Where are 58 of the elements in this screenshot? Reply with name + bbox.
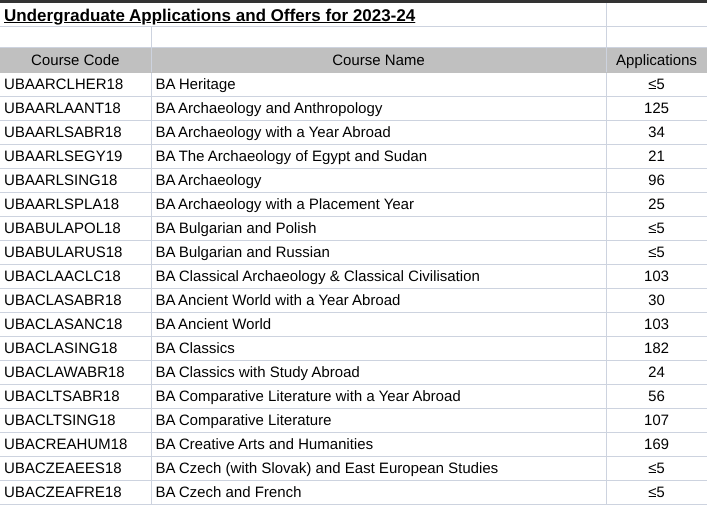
table-cell: 30 <box>648 292 665 309</box>
table-cell: UBACLASABR18 <box>4 292 122 309</box>
table-cell: 103 <box>644 316 670 333</box>
table-cell: BA Bulgarian and Russian <box>156 244 330 261</box>
table-cell: UBABULAPOL18 <box>4 220 121 237</box>
table-cell: UBACLAWABR18 <box>4 364 125 381</box>
table-cell: UBAARLSABR18 <box>4 124 122 141</box>
table-cell: 125 <box>644 100 670 117</box>
table-cell: 96 <box>648 172 665 189</box>
table-cell: 103 <box>644 268 670 285</box>
table-cell: 56 <box>648 388 665 405</box>
table-cell: 24 <box>648 364 665 381</box>
table-cell: BA Archaeology with a Placement Year <box>156 196 414 213</box>
column-header: Applications <box>616 52 697 68</box>
table-cell: BA Heritage <box>156 76 236 93</box>
table-cell: BA Czech (with Slovak) and East European Studies <box>156 460 498 477</box>
table-cell: 21 <box>648 148 665 165</box>
table-cell: ≤5 <box>648 484 665 501</box>
table-cell: BA Ancient World with a Year Abroad <box>156 292 400 309</box>
table-cell: BA Classical Archaeology & Classical Civilisation <box>156 268 480 285</box>
table-cell: UBABULARUS18 <box>4 244 122 261</box>
table-cell: ≤5 <box>648 220 665 237</box>
table-cell: BA Czech and French <box>156 484 302 501</box>
table-cell: UBACREAHUM18 <box>4 436 128 453</box>
table-cell: 25 <box>648 196 665 213</box>
table-cell: UBACLASANC18 <box>4 316 122 333</box>
column-header: Course Code <box>31 52 120 68</box>
table-cell: BA Ancient World <box>156 316 272 333</box>
table-cell: UBAARLAANT18 <box>4 100 121 117</box>
table-cell: BA Archaeology and Anthropology <box>156 100 382 117</box>
table-cell: UBACZEAFRE18 <box>4 484 122 501</box>
table-cell: BA Comparative Literature <box>156 412 332 429</box>
table-cell: BA The Archaeology of Egypt and Sudan <box>156 148 428 165</box>
table-cell: BA Bulgarian and Polish <box>156 220 316 237</box>
table-cell: 107 <box>644 412 670 429</box>
table-cell: UBAARLSEGY19 <box>4 148 122 165</box>
column-header: Course Name <box>332 52 425 68</box>
table-cell: UBAARLSPLA18 <box>4 196 120 213</box>
table-cell: BA Archaeology with a Year Abroad <box>156 124 391 141</box>
table-cell: UBACLTSABR18 <box>4 388 120 405</box>
table-cell: UBACZEAEES18 <box>4 460 122 477</box>
table-cell: BA Archaeology <box>156 172 262 189</box>
table-cell: 182 <box>644 340 670 357</box>
table-cell: BA Comparative Literature with a Year Abroad <box>156 388 461 405</box>
table-cell: UBACLTSING18 <box>4 412 116 429</box>
table-cell: BA Creative Arts and Humanities <box>156 436 374 453</box>
table-cell: ≤5 <box>648 460 665 477</box>
table-cell: UBACLAACLC18 <box>4 268 121 285</box>
table-cell: UBACLASING18 <box>4 340 118 357</box>
table-cell: BA Classics with Study Abroad <box>156 364 360 381</box>
table-cell: 169 <box>644 436 670 453</box>
table-cell: ≤5 <box>648 76 665 93</box>
table-cell: UBAARLSING18 <box>4 172 118 189</box>
sheet-title: Undergraduate Applications and Offers for 2023-24 <box>4 6 416 25</box>
table-cell: UBAARCLHER18 <box>4 76 124 93</box>
table-cell: 34 <box>648 124 665 141</box>
table-cell: ≤5 <box>648 244 665 261</box>
table-cell: BA Classics <box>156 340 235 357</box>
